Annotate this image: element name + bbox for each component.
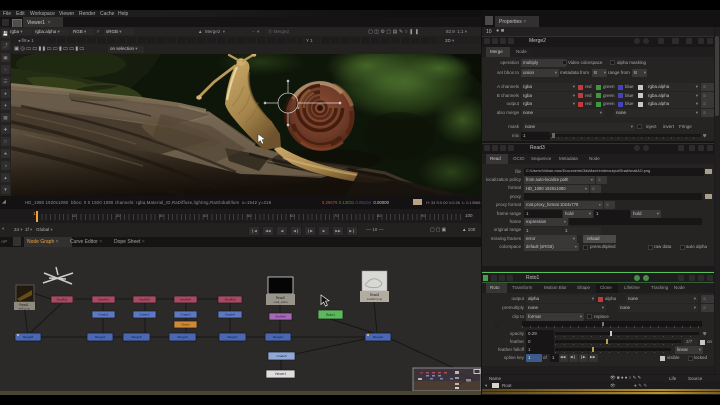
svg-text:Merge6: Merge6 bbox=[177, 335, 188, 339]
svg-text:Merge4: Merge4 bbox=[95, 335, 106, 339]
svg-text:Grade2: Grade2 bbox=[139, 313, 149, 317]
svg-text:Shuffle3: Shuffle3 bbox=[139, 298, 150, 302]
svg-text:Shuffle6: Shuffle6 bbox=[275, 315, 286, 319]
svg-text:Grade1: Grade1 bbox=[98, 313, 108, 317]
svg-text:Shuffle1: Shuffle1 bbox=[57, 298, 68, 302]
svg-text:Grade5: Grade5 bbox=[276, 354, 286, 358]
svg-text:Grade4: Grade4 bbox=[225, 313, 235, 317]
svg-text:Merge2: Merge2 bbox=[373, 335, 384, 339]
svg-text:Grade3: Grade3 bbox=[180, 313, 190, 317]
svg-text:Merge5: Merge5 bbox=[131, 335, 142, 339]
svg-text:snail_alpha: snail_alpha bbox=[273, 300, 288, 304]
svg-text:Shuffle2: Shuffle2 bbox=[98, 298, 109, 302]
svg-text:Shuffle4: Shuffle4 bbox=[180, 298, 191, 302]
svg-text:Merge8: Merge8 bbox=[23, 335, 34, 339]
svg-text:Merge7: Merge7 bbox=[227, 335, 238, 339]
svg-text:Viewer1: Viewer1 bbox=[275, 372, 287, 376]
svg-text:a40.png: a40.png bbox=[19, 307, 30, 311]
svg-text:Shuffle5: Shuffle5 bbox=[225, 298, 236, 302]
svg-text:Roto1: Roto1 bbox=[326, 313, 335, 317]
svg-text:Glow1: Glow1 bbox=[181, 323, 190, 327]
svg-text:Merge1: Merge1 bbox=[273, 335, 284, 339]
svg-text:snailAO.png: snailAO.png bbox=[367, 297, 383, 301]
